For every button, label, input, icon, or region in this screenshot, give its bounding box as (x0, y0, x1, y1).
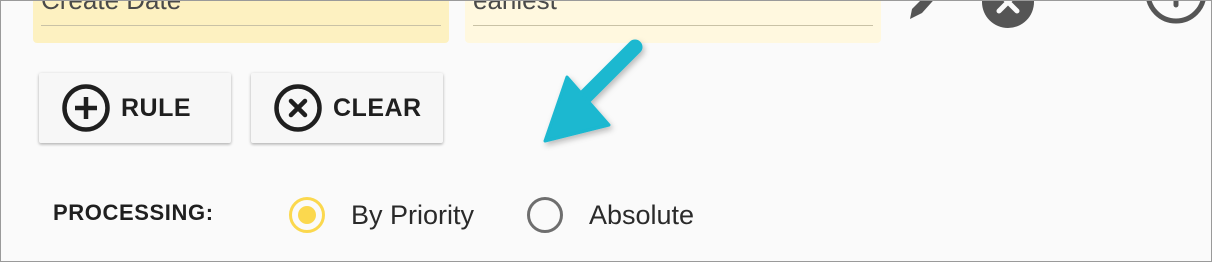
radio-selected-icon (289, 197, 325, 233)
add-rule-label: RULE (121, 93, 192, 122)
sort-field-select[interactable]: Create Date (33, 0, 449, 43)
remove-circle-icon (274, 84, 322, 132)
remove-circle-icon[interactable] (981, 0, 1035, 29)
pencil-icon[interactable] (906, 0, 946, 21)
field-underline (41, 25, 441, 26)
radio-label: Absolute (589, 199, 695, 230)
field-underline (473, 25, 873, 26)
sort-field-value: Create Date (41, 0, 182, 15)
radio-absolute[interactable]: Absolute (527, 193, 694, 237)
add-circle-icon (62, 84, 110, 132)
clear-label: CLEAR (333, 93, 422, 122)
add-circle-icon[interactable] (1143, 0, 1209, 27)
radio-label: By Priority (351, 199, 475, 230)
radio-unselected-icon (527, 197, 563, 233)
sort-order-value: earliest (473, 0, 557, 15)
radio-by-priority[interactable]: By Priority (289, 193, 474, 237)
add-rule-button[interactable]: RULE (39, 73, 231, 143)
clear-button[interactable]: CLEAR (251, 73, 443, 143)
processing-label: PROCESSING: (53, 200, 214, 225)
rule-editor-panel: Create Date earliest RULE CLEAR PROCESSI… (0, 0, 1212, 262)
sort-order-select[interactable]: earliest (465, 0, 881, 43)
annotation-arrow-icon (543, 39, 643, 143)
